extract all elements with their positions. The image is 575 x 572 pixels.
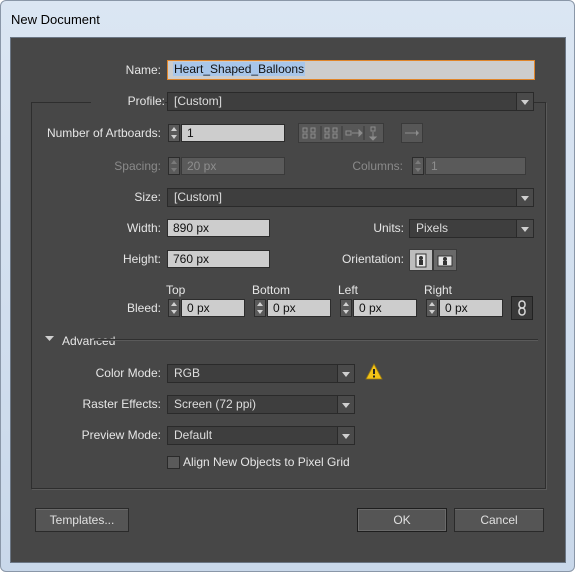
columns-input[interactable]: 1: [425, 157, 526, 175]
bleed-link-button[interactable]: [511, 296, 533, 320]
bleed-right-label: Right: [424, 283, 453, 297]
bleed-bottom-input[interactable]: 0 px: [267, 299, 331, 317]
bleed-top-value: 0 px: [187, 301, 210, 315]
align-pixel-grid-checkbox[interactable]: [167, 456, 180, 469]
chevron-down-icon: [516, 189, 533, 206]
columns-label: Columns:: [352, 159, 403, 173]
profile-value: [Custom]: [174, 94, 223, 108]
bleed-bottom-stepper[interactable]: [254, 299, 266, 317]
artboards-value: 1: [187, 126, 194, 140]
dialog-window: New Document Name: Heart_Shaped_Balloons…: [0, 0, 575, 572]
width-label: Width:: [126, 221, 161, 235]
preview-mode-label: Preview Mode:: [81, 428, 161, 442]
orientation-landscape-button[interactable]: [433, 249, 457, 271]
spacing-label: Spacing:: [114, 159, 161, 173]
height-label: Height:: [122, 252, 161, 266]
bleed-label: Bleed:: [126, 301, 161, 315]
arrange-grid-by-row-icon[interactable]: [302, 127, 316, 139]
size-value: [Custom]: [174, 190, 223, 204]
height-input[interactable]: 760 px: [167, 250, 270, 268]
chevron-down-icon: [516, 93, 533, 110]
name-value: Heart_Shaped_Balloons: [173, 62, 306, 76]
columns-value: 1: [431, 159, 438, 173]
size-label: Size:: [134, 190, 161, 204]
bleed-bottom-label: Bottom: [252, 283, 291, 297]
change-layout-button[interactable]: [401, 123, 423, 143]
warning-icon: [365, 363, 383, 380]
advanced-label[interactable]: Advanced: [62, 334, 115, 348]
preview-mode-select[interactable]: Default: [167, 426, 355, 445]
link-icon: [518, 300, 526, 316]
spacing-stepper[interactable]: [168, 157, 180, 175]
cancel-button[interactable]: Cancel: [454, 508, 544, 532]
bleed-right-input[interactable]: 0 px: [439, 299, 503, 317]
height-value: 760 px: [173, 252, 210, 266]
spacing-input[interactable]: 20 px: [181, 157, 285, 175]
artboard-layout-buttons: [298, 123, 384, 143]
size-select[interactable]: [Custom]: [167, 188, 534, 207]
arrange-by-row-icon[interactable]: [345, 128, 363, 138]
bleed-left-stepper[interactable]: [340, 299, 352, 317]
dialog-body: Name: Heart_Shaped_Balloons Profile: [Cu…: [10, 37, 566, 563]
color-mode-select[interactable]: RGB: [167, 364, 355, 383]
change-layout-arrow-icon: [405, 130, 419, 136]
name-label: Name:: [125, 63, 161, 77]
bleed-top-label: Top: [166, 283, 186, 297]
align-pixel-grid-label[interactable]: Align New Objects to Pixel Grid: [183, 455, 350, 469]
arrange-by-column-icon[interactable]: [368, 126, 378, 141]
landscape-icon: [437, 255, 453, 267]
name-input[interactable]: Heart_Shaped_Balloons: [167, 60, 535, 80]
profile-select[interactable]: [Custom]: [167, 92, 534, 111]
color-mode-value: RGB: [174, 366, 201, 380]
artboards-input[interactable]: 1: [181, 124, 285, 142]
width-value: 890 px: [173, 221, 210, 235]
preview-mode-value: Default: [174, 428, 213, 442]
templates-button[interactable]: Templates...: [35, 508, 129, 532]
chevron-down-icon: [337, 427, 354, 444]
chevron-down-icon: [337, 365, 354, 382]
raster-effects-label: Raster Effects:: [82, 397, 161, 411]
units-value: Pixels: [416, 221, 449, 235]
bleed-left-value: 0 px: [359, 301, 382, 315]
ok-button[interactable]: OK: [357, 508, 447, 532]
window-title: New Document: [11, 12, 100, 27]
columns-stepper[interactable]: [412, 157, 424, 175]
color-mode-label: Color Mode:: [95, 366, 161, 380]
bleed-right-value: 0 px: [445, 301, 468, 315]
chevron-down-icon: [337, 396, 354, 413]
profile-label: Profile:: [91, 94, 165, 108]
chevron-down-icon: [516, 220, 533, 237]
orientation-label: Orientation:: [341, 252, 404, 266]
units-label: Units:: [373, 221, 404, 235]
arrange-grid-by-column-icon[interactable]: [324, 127, 338, 139]
raster-effects-value: Screen (72 ppi): [174, 397, 257, 411]
bleed-right-stepper[interactable]: [426, 299, 438, 317]
disclosure-triangle-icon[interactable]: [44, 334, 56, 344]
artboards-label: Number of Artboards:: [46, 126, 161, 140]
artboards-stepper[interactable]: [168, 124, 180, 142]
portrait-icon: [415, 253, 427, 268]
bleed-top-input[interactable]: 0 px: [181, 299, 245, 317]
units-select[interactable]: Pixels: [409, 219, 534, 238]
title-bar[interactable]: New Document: [1, 1, 574, 35]
bleed-bottom-value: 0 px: [273, 301, 296, 315]
spacing-value: 20 px: [187, 159, 217, 173]
advanced-divider: [94, 339, 538, 340]
raster-effects-select[interactable]: Screen (72 ppi): [167, 395, 355, 414]
bleed-left-label: Left: [338, 283, 359, 297]
bleed-top-stepper[interactable]: [168, 299, 180, 317]
orientation-portrait-button[interactable]: [409, 249, 433, 271]
bleed-left-input[interactable]: 0 px: [353, 299, 417, 317]
width-input[interactable]: 890 px: [167, 219, 270, 237]
